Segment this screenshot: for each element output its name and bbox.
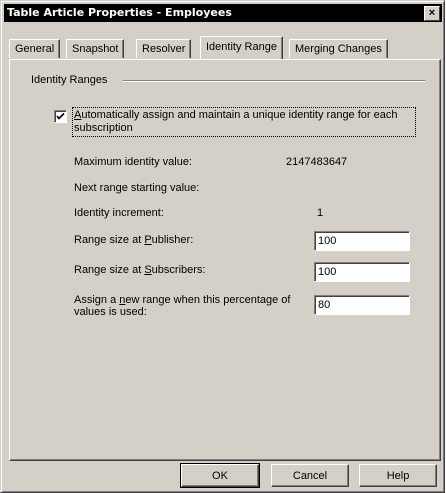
publisher-range-label-mnemonic: P — [144, 234, 152, 246]
title-bar[interactable]: Table Article Properties - Employees × — [4, 4, 442, 22]
auto-assign-label-rest: utomatically assign and maintain a uniqu… — [74, 109, 398, 134]
threshold-input[interactable]: 80 — [314, 295, 410, 315]
auto-assign-label[interactable]: Automatically assign and maintain a uniq… — [72, 107, 416, 137]
dialog-window: Table Article Properties - Employees × G… — [0, 0, 445, 493]
group-divider — [123, 80, 425, 82]
tab-general-label: General — [15, 43, 55, 55]
tab-identity-range[interactable]: Identity Range — [200, 36, 283, 59]
next-range-label: Next range starting value: — [74, 182, 200, 194]
threshold-label-line2: values is used: — [74, 306, 147, 318]
subscriber-range-label-rest: ubscribers: — [151, 264, 206, 276]
ok-button[interactable]: OK — [180, 463, 260, 488]
cancel-button[interactable]: Cancel — [271, 464, 349, 487]
check-icon — [56, 112, 65, 120]
publisher-range-label-rest: ublisher: — [151, 234, 194, 246]
window-title: Table Article Properties - Employees — [7, 6, 232, 19]
group-label-identity-ranges: Identity Ranges — [28, 74, 111, 86]
subscriber-range-input[interactable]: 100 — [314, 262, 410, 282]
increment-value: 1 — [317, 207, 324, 219]
publisher-range-input[interactable]: 100 — [314, 231, 410, 251]
threshold-label: Assign a new range when this percentage … — [74, 294, 290, 318]
max-identity-label: Maximum identity value: — [74, 156, 192, 168]
tab-merging-changes-label: Merging Changes — [295, 43, 382, 55]
subscriber-range-label-mnemonic: S — [144, 264, 152, 276]
threshold-label-rest: ew range when this percentage of — [125, 294, 291, 306]
threshold-label-prefix: Assign a — [74, 294, 120, 306]
tab-resolver[interactable]: Resolver — [136, 39, 192, 58]
close-button[interactable]: × — [424, 6, 440, 21]
tab-merging-changes[interactable]: Merging Changes — [289, 39, 388, 58]
tab-identity-range-label: Identity Range — [206, 41, 277, 53]
subscriber-range-label: Range size at Subscribers: — [74, 264, 205, 276]
tab-snapshot-label: Snapshot — [72, 43, 119, 55]
auto-assign-checkbox[interactable] — [54, 110, 67, 123]
publisher-range-label-prefix: Range size at — [74, 234, 145, 246]
help-button[interactable]: Help — [359, 464, 437, 487]
tab-resolver-label: Resolver — [142, 43, 186, 55]
subscriber-range-label-prefix: Range size at — [74, 264, 145, 276]
publisher-range-label: Range size at Publisher: — [74, 234, 193, 246]
close-icon: × — [428, 7, 436, 19]
tab-snapshot[interactable]: Snapshot — [66, 39, 125, 58]
tab-general[interactable]: General — [9, 39, 61, 58]
increment-label: Identity increment: — [74, 207, 164, 219]
max-identity-value: 2147483647 — [286, 156, 348, 168]
